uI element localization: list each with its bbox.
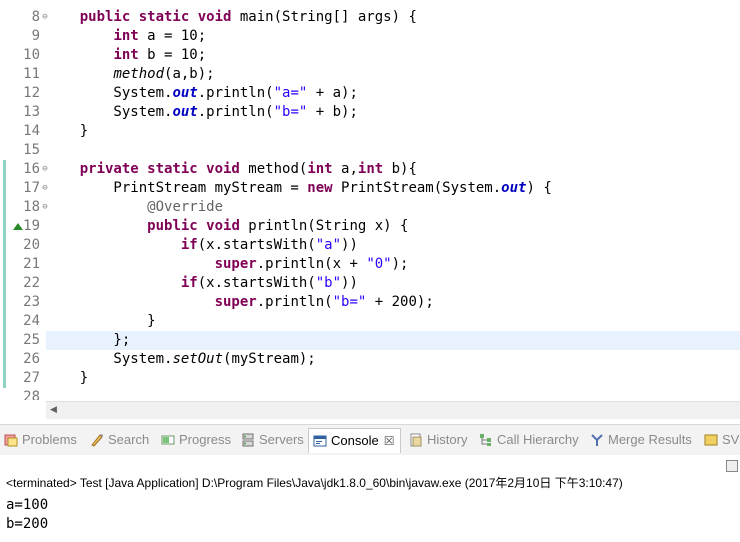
tab-label: Servers — [259, 432, 304, 447]
code-line: } — [46, 313, 156, 329]
line-number: 9 — [31, 28, 40, 44]
line-number: 15 — [23, 142, 40, 158]
tab-history[interactable]: History — [409, 431, 467, 449]
line-number: 25 — [23, 332, 40, 348]
tab-label: SVI — [722, 432, 740, 447]
line-number: 26 — [23, 351, 40, 367]
console-icon — [313, 435, 327, 447]
tab-label: Console — [331, 433, 379, 448]
tab-progress[interactable]: Progress — [161, 431, 231, 449]
horizontal-scrollbar[interactable]: ◀ — [46, 401, 740, 419]
search-icon — [91, 433, 103, 447]
tab-call-hierarchy[interactable]: Call Hierarchy — [479, 431, 579, 449]
tab-label: History — [427, 432, 468, 447]
line-number: 11 — [23, 66, 40, 82]
code-line: PrintStream myStream = new PrintStream(S… — [46, 180, 552, 196]
tab-search[interactable]: Search — [90, 431, 149, 449]
code-line: super.println(x + "0"); — [214, 256, 409, 272]
code-line: if(x.startsWith("a")) — [180, 237, 358, 253]
console-status: <terminated> Test [Java Application] D:\… — [6, 476, 623, 490]
line-number: 13 — [23, 104, 40, 120]
progress-icon — [161, 435, 175, 445]
call-hierarchy-icon — [480, 433, 491, 446]
tab-label: Progress — [179, 432, 232, 447]
code-line: System.out.println("b=" + b); — [46, 104, 358, 120]
code-line-current: }; — [46, 331, 740, 350]
code-line: @Override — [147, 199, 224, 215]
line-number: 8 — [31, 9, 40, 25]
tab-merge-results[interactable]: Merge Results — [590, 431, 692, 449]
code-line: int b = 10; — [113, 47, 207, 63]
problems-icon — [4, 434, 18, 447]
output-line: b=200 — [6, 516, 49, 532]
line-number-gutter: 8 9 10 11 12 13 14 15 16 17 18 19 20 21 … — [6, 0, 48, 400]
code-line: } — [46, 123, 89, 139]
code-editor[interactable]: 8 9 10 11 12 13 14 15 16 17 18 19 20 21 … — [0, 0, 740, 400]
line-number: 24 — [23, 313, 40, 329]
tab-label: Merge Results — [608, 432, 692, 447]
code-line: public static void main(String[] args) { — [79, 9, 417, 25]
code-line: } — [46, 370, 89, 386]
tab-label: Search — [108, 432, 150, 447]
line-number: 21 — [23, 256, 40, 272]
tab-label: Call Hierarchy — [497, 432, 579, 447]
code-line: System.out.println("a=" + a); — [46, 85, 358, 101]
tab-servers[interactable]: Servers — [241, 431, 304, 449]
line-number: 19 — [23, 218, 40, 234]
code-line: method(a,b); — [113, 66, 215, 82]
view-tab-bar: Problems Search Progress Servers Console… — [0, 424, 740, 455]
code-line: public void println(String x) { — [147, 218, 409, 234]
history-icon — [410, 433, 422, 447]
tab-console[interactable]: Console ☒ — [308, 428, 402, 453]
line-number: 12 — [23, 85, 40, 101]
close-icon[interactable]: ☒ — [384, 434, 395, 448]
output-line: a=100 — [6, 497, 49, 513]
merge-results-icon — [591, 433, 603, 446]
console-menu-icon[interactable] — [726, 460, 738, 472]
scroll-left-icon[interactable]: ◀ — [50, 404, 57, 417]
code-line: System.setOut(myStream); — [46, 351, 316, 367]
servers-icon — [242, 433, 254, 447]
tab-label: Problems — [22, 432, 77, 447]
line-number: 28 — [23, 389, 40, 400]
line-number: 17 — [23, 180, 40, 196]
line-number: 16 — [23, 161, 40, 177]
code-area[interactable]: public static void main(String[] args) {… — [46, 0, 740, 400]
code-line: if(x.startsWith("b")) — [180, 275, 358, 291]
tab-svn[interactable]: SVI — [704, 431, 740, 449]
line-number: 22 — [23, 275, 40, 291]
code-line: super.println("b=" + 200); — [214, 294, 434, 310]
line-number: 14 — [23, 123, 40, 139]
code-line: int a = 10; — [113, 28, 207, 44]
svn-icon — [704, 434, 718, 446]
line-number: 10 — [23, 47, 40, 63]
console-output[interactable]: a=100 b=200 — [6, 496, 48, 534]
line-number: 18 — [23, 199, 40, 215]
tab-problems[interactable]: Problems — [4, 431, 77, 449]
line-number: 23 — [23, 294, 40, 310]
line-number: 27 — [23, 370, 40, 386]
line-number: 20 — [23, 237, 40, 253]
code-line: private static void method(int a,int b){ — [79, 161, 417, 177]
override-marker-icon[interactable] — [13, 223, 23, 230]
